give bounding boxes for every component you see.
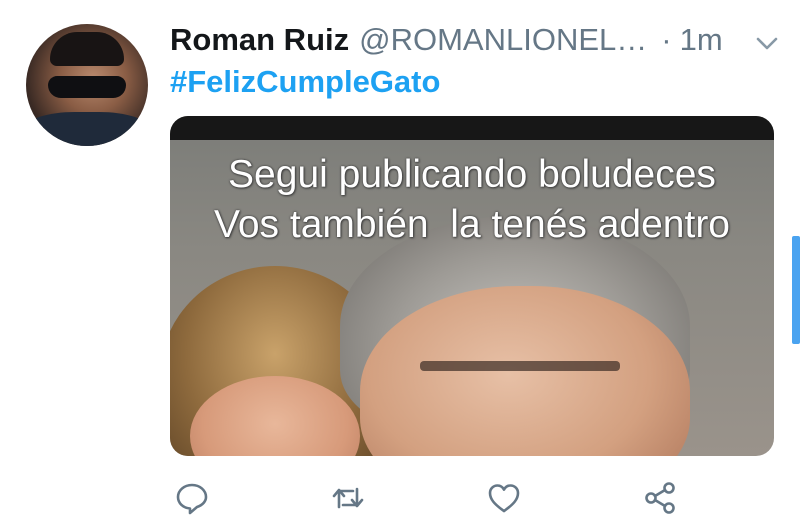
avatar-shirt bbox=[26, 112, 148, 146]
scrollbar-thumb[interactable] bbox=[792, 236, 800, 344]
avatar-hair bbox=[50, 32, 124, 66]
media-man-glasses bbox=[420, 361, 620, 371]
retweet-icon bbox=[332, 487, 364, 509]
share-button[interactable] bbox=[642, 480, 678, 516]
media-caption-line-1: Segui publicando boludeces bbox=[228, 153, 716, 196]
tweet-actions bbox=[170, 474, 774, 522]
share-icon bbox=[645, 482, 675, 514]
author-handle[interactable]: @ROMANLIONEL… bbox=[359, 22, 647, 58]
media-caption-line-2: Vos también la tenés adentro bbox=[213, 203, 730, 246]
hashtag-link[interactable]: #FelizCumpleGato bbox=[170, 64, 440, 100]
reply-button[interactable] bbox=[174, 480, 210, 516]
avatar-sunglasses bbox=[48, 76, 126, 98]
heart-icon bbox=[488, 484, 520, 513]
separator-dot: · bbox=[661, 22, 672, 57]
reply-icon bbox=[176, 483, 208, 515]
author-name[interactable]: Roman Ruiz bbox=[170, 22, 349, 58]
avatar[interactable] bbox=[26, 24, 148, 146]
tweet-header: Roman Ruiz @ROMANLIONEL… · 1m bbox=[170, 18, 780, 62]
timestamp[interactable]: 1m bbox=[680, 22, 723, 58]
retweet-button[interactable] bbox=[330, 480, 366, 516]
media-top-band bbox=[170, 116, 774, 140]
media-caption: Segui publicando boludeces Vos también l… bbox=[170, 150, 774, 250]
like-button[interactable] bbox=[486, 480, 522, 516]
tweet-media-image[interactable]: Segui publicando boludeces Vos también l… bbox=[170, 116, 774, 456]
chevron-down-icon[interactable] bbox=[754, 28, 780, 54]
